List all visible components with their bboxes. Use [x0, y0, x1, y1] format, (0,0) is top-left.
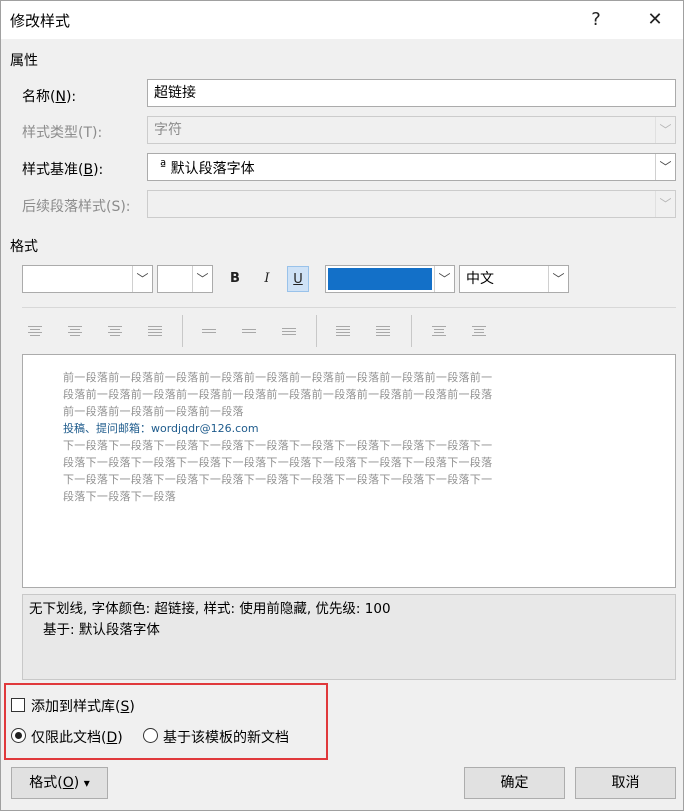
toolbar-separator [316, 315, 317, 347]
chevron-down-icon: ﹀ [655, 117, 675, 143]
increase-indent-icon[interactable] [466, 320, 492, 342]
one-half-spacing-icon[interactable] [236, 320, 262, 342]
modify-style-dialog: 修改样式 ? ✕ 属性 名称(N): 超链接 样式类型(T): 字符 ﹀ 样式基… [0, 0, 684, 811]
script-select-value: 中文 [466, 271, 494, 287]
close-button[interactable]: ✕ [635, 5, 675, 35]
toolbar-separator [182, 315, 183, 347]
font-name-combo[interactable]: ﹀ [22, 265, 153, 293]
preview-sample-text: 投稿、提问邮箱：wordjqdr@126.com [63, 422, 259, 435]
ok-button[interactable]: 确定 [464, 767, 565, 799]
decrease-spacing-icon[interactable] [370, 320, 396, 342]
title-bar: 修改样式 ? ✕ [1, 1, 683, 39]
font-color-picker[interactable]: ﹀ [325, 265, 455, 293]
name-label: 名称(N): [22, 89, 77, 105]
help-button[interactable]: ? [576, 5, 616, 35]
format-group-label: 格式 [10, 239, 38, 255]
style-based-on-value: 默认段落字体 [170, 161, 255, 177]
chevron-down-icon[interactable]: ﹀ [434, 266, 454, 292]
align-right-icon[interactable] [102, 320, 128, 342]
toolbar-separator [411, 315, 412, 347]
justify-icon[interactable] [142, 320, 168, 342]
triangle-down-icon: ▾ [83, 776, 90, 790]
dialog-title: 修改样式 [10, 12, 71, 30]
only-this-document-label[interactable]: 仅限此文档(D) [31, 727, 123, 747]
chevron-down-icon[interactable]: ﹀ [192, 266, 212, 292]
name-input[interactable]: 超链接 [147, 79, 676, 107]
font-size-combo[interactable]: ﹀ [157, 265, 213, 293]
decrease-indent-icon[interactable] [426, 320, 452, 342]
new-documents-template-radio[interactable] [143, 728, 158, 743]
font-color-swatch [328, 268, 432, 290]
underline-button[interactable]: U [287, 266, 309, 292]
preview-next-paragraph: 下一段落下一段落下一段落下一段落下一段落下一段落下一段落下一段落下一段落下一 段… [63, 439, 493, 503]
align-center-icon[interactable] [62, 320, 88, 342]
double-spacing-icon[interactable] [276, 320, 302, 342]
style-based-on-label: 样式基准(B): [22, 162, 104, 178]
style-type-value: 字符 [154, 122, 182, 138]
chevron-down-icon[interactable]: ﹀ [548, 266, 568, 292]
following-style-select: ﹀ [147, 190, 676, 218]
increase-spacing-icon[interactable] [330, 320, 356, 342]
name-input-value: 超链接 [154, 85, 196, 101]
chevron-down-icon[interactable]: ﹀ [655, 154, 675, 180]
add-to-gallery-label[interactable]: 添加到样式库(S) [31, 696, 135, 716]
single-spacing-icon[interactable] [196, 320, 222, 342]
preview-previous-paragraph: 前一段落前一段落前一段落前一段落前一段落前一段落前一段落前一段落前一段落前一 段… [63, 371, 493, 418]
align-left-icon[interactable] [22, 320, 48, 342]
style-based-on-select[interactable]: ª 默认段落字体 ﹀ [147, 153, 676, 181]
chevron-down-icon: ﹀ [655, 191, 675, 217]
following-style-label: 后续段落样式(S): [22, 199, 131, 215]
highlight-box [4, 683, 328, 760]
add-to-gallery-checkbox[interactable] [11, 698, 25, 712]
chevron-down-icon[interactable]: ﹀ [132, 266, 152, 292]
cancel-button[interactable]: 取消 [575, 767, 676, 799]
style-description: 无下划线, 字体颜色: 超链接, 样式: 使用前隐藏, 优先级: 100 基于:… [22, 594, 676, 680]
character-style-icon: ª [160, 159, 167, 174]
format-menu-button[interactable]: 格式(O) ▾ [11, 767, 108, 799]
style-type-label: 样式类型(T): [22, 125, 103, 141]
style-type-select: 字符 ﹀ [147, 116, 676, 144]
style-preview: 前一段落前一段落前一段落前一段落前一段落前一段落前一段落前一段落前一段落前一 段… [22, 354, 676, 588]
new-documents-template-label[interactable]: 基于该模板的新文档 [163, 727, 289, 747]
toolbar-divider [22, 307, 676, 308]
bold-button[interactable]: B [224, 266, 246, 292]
italic-button[interactable]: I [256, 266, 278, 292]
only-this-document-radio[interactable] [11, 728, 26, 743]
script-select[interactable]: 中文 ﹀ [459, 265, 569, 293]
properties-group-label: 属性 [10, 53, 38, 69]
